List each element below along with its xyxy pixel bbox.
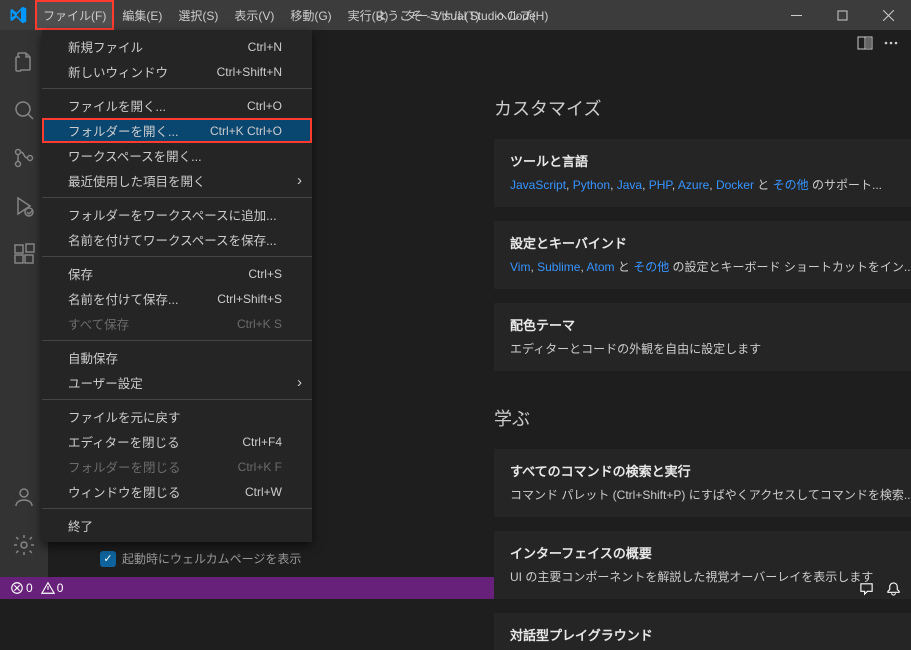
app-icon [0, 6, 35, 24]
search-icon[interactable] [0, 86, 48, 134]
keymap-link[interactable]: Atom [587, 260, 615, 274]
menu-go[interactable]: 移動(G) [282, 0, 339, 30]
window-controls [773, 0, 911, 30]
problems-status[interactable]: 0 0 [10, 581, 63, 595]
run-debug-icon[interactable] [0, 182, 48, 230]
lang-link[interactable]: JavaScript [510, 178, 566, 192]
keymap-link[interactable]: Sublime [537, 260, 580, 274]
lang-link[interactable]: Java [617, 178, 642, 192]
menu-open-recent[interactable]: 最近使用した項目を開く [42, 168, 312, 193]
startup-welcome-checkbox[interactable]: ✓ 起動時にウェルカムページを表示 [100, 550, 301, 567]
split-editor-icon[interactable] [857, 35, 873, 51]
lang-link[interactable]: Docker [716, 178, 754, 192]
menu-save-as[interactable]: 名前を付けて保存...Ctrl+Shift+S [42, 286, 312, 311]
titlebar: ファイル(F) 編集(E) 選択(S) 表示(V) 移動(G) 実行(R) ター… [0, 0, 911, 30]
window-title: ようこそ - Visual Studio Code [375, 7, 536, 24]
menu-separator [42, 508, 312, 509]
more-link[interactable]: その他 [773, 178, 809, 192]
menu-new-window[interactable]: 新しいウィンドウCtrl+Shift+N [42, 59, 312, 84]
learn-heading: 学ぶ [494, 405, 911, 431]
ui-overview-card[interactable]: インターフェイスの概要 UI の主要コンポーネントを解説した視覚オーバーレイを表… [494, 531, 911, 599]
menu-separator [42, 88, 312, 89]
feedback-icon[interactable] [859, 581, 874, 596]
menu-separator [42, 340, 312, 341]
menu-open-folder[interactable]: フォルダーを開く...Ctrl+K Ctrl+O [42, 118, 312, 143]
explorer-icon[interactable] [0, 38, 48, 86]
all-commands-title: すべてのコマンドの検索と実行 [510, 461, 911, 480]
notifications-icon[interactable] [886, 581, 901, 596]
activity-bar [0, 30, 48, 577]
playground-title: 対話型プレイグラウンド [510, 625, 911, 644]
menu-open-file[interactable]: ファイルを開く...Ctrl+O [42, 93, 312, 118]
tools-title: ツールと言語 [510, 151, 911, 170]
ui-overview-title: インターフェイスの概要 [510, 543, 911, 562]
menu-open-workspace[interactable]: ワークスペースを開く... [42, 143, 312, 168]
menu-edit[interactable]: 編集(E) [114, 0, 170, 30]
welcome-panel: カスタマイズ ツールと言語 JavaScript, Python, Java, … [478, 30, 911, 577]
minimize-button[interactable] [773, 0, 819, 30]
menu-separator [42, 256, 312, 257]
menu-save-all: すべて保存Ctrl+K S [42, 311, 312, 336]
ui-overview-text: UI の主要コンポーネントを解説した視覚オーバーレイを表示します [510, 568, 911, 585]
menu-select[interactable]: 選択(S) [170, 0, 226, 30]
file-menu-dropdown: 新規ファイルCtrl+N 新しいウィンドウCtrl+Shift+N ファイルを開… [42, 30, 312, 542]
checkbox-checked-icon[interactable]: ✓ [100, 551, 116, 567]
menu-save-ws-as[interactable]: 名前を付けてワークスペースを保存... [42, 227, 312, 252]
color-theme-text: エディターとコードの外観を自由に設定します [510, 340, 911, 357]
accounts-icon[interactable] [0, 473, 48, 521]
menu-revert-file[interactable]: ファイルを元に戻す [42, 404, 312, 429]
customize-heading: カスタマイズ [494, 95, 911, 121]
warning-count: 0 [57, 581, 64, 595]
extensions-icon[interactable] [0, 230, 48, 278]
color-theme-title: 配色テーマ [510, 315, 911, 334]
maximize-button[interactable] [819, 0, 865, 30]
menu-preferences[interactable]: ユーザー設定 [42, 370, 312, 395]
menu-file[interactable]: ファイル(F) [35, 0, 114, 30]
keybindings-card[interactable]: 設定とキーバインド Vim, Sublime, Atom と その他 の設定とキ… [494, 221, 911, 289]
keybindings-title: 設定とキーバインド [510, 233, 911, 252]
lang-link[interactable]: Azure [678, 178, 709, 192]
playground-card[interactable]: 対話型プレイグラウンド [494, 613, 911, 650]
menu-auto-save[interactable]: 自動保存 [42, 345, 312, 370]
menu-exit[interactable]: 終了 [42, 513, 312, 538]
tools-card[interactable]: ツールと言語 JavaScript, Python, Java, PHP, Az… [494, 139, 911, 207]
keybindings-text: Vim, Sublime, Atom と その他 の設定とキーボード ショートカ… [510, 258, 911, 275]
more-actions-icon[interactable] [883, 35, 899, 51]
menu-close-editor[interactable]: エディターを閉じるCtrl+F4 [42, 429, 312, 454]
all-commands-text: コマンド パレット (Ctrl+Shift+P) にすばやくアクセスしてコマンド… [510, 486, 911, 503]
lang-link[interactable]: Python [573, 178, 610, 192]
menu-close-window[interactable]: ウィンドウを閉じるCtrl+W [42, 479, 312, 504]
startup-welcome-label: 起動時にウェルカムページを表示 [122, 550, 301, 567]
menu-add-folder-to-ws[interactable]: フォルダーをワークスペースに追加... [42, 202, 312, 227]
settings-gear-icon[interactable] [0, 521, 48, 569]
color-theme-card[interactable]: 配色テーマ エディターとコードの外観を自由に設定します [494, 303, 911, 371]
menu-close-folder: フォルダーを閉じるCtrl+K F [42, 454, 312, 479]
menu-separator [42, 399, 312, 400]
more-link[interactable]: その他 [633, 260, 669, 274]
close-button[interactable] [865, 0, 911, 30]
lang-link[interactable]: PHP [649, 178, 672, 192]
error-count: 0 [26, 581, 33, 595]
menu-save[interactable]: 保存Ctrl+S [42, 261, 312, 286]
menu-separator [42, 197, 312, 198]
menu-view[interactable]: 表示(V) [226, 0, 282, 30]
all-commands-card[interactable]: すべてのコマンドの検索と実行 コマンド パレット (Ctrl+Shift+P) … [494, 449, 911, 517]
menu-new-file[interactable]: 新規ファイルCtrl+N [42, 34, 312, 59]
tools-text: JavaScript, Python, Java, PHP, Azure, Do… [510, 176, 911, 193]
source-control-icon[interactable] [0, 134, 48, 182]
keymap-link[interactable]: Vim [510, 260, 530, 274]
